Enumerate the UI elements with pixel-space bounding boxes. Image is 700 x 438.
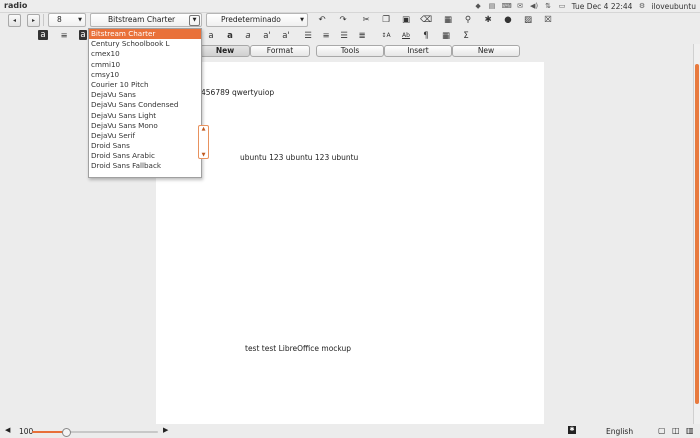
font-option[interactable]: DejaVu Sans Light: [89, 111, 201, 121]
sort-icon[interactable]: ↕A: [380, 30, 392, 42]
mail-icon[interactable]: ✉: [516, 2, 525, 10]
font-option[interactable]: Droid Sans: [89, 141, 201, 151]
arrow-left-icon: ◂: [12, 17, 16, 24]
zoom-in-icon[interactable]: ▶: [163, 426, 168, 434]
chevron-down-icon[interactable]: ▼: [189, 15, 200, 26]
battery-icon[interactable]: ▭: [558, 2, 567, 10]
clock[interactable]: Tue Dec 4 22:44: [572, 2, 633, 11]
document-page[interactable]: 456789 qwertyuiop ubuntu 123 ubuntu 123 …: [156, 62, 544, 426]
tab-new[interactable]: New: [200, 45, 250, 57]
paste-icon[interactable]: ▣: [400, 14, 412, 26]
app-title: radio: [4, 1, 28, 10]
keyboard-icon[interactable]: ⌨: [502, 2, 512, 10]
font-option[interactable]: cmex10: [89, 49, 201, 59]
close-document-icon[interactable]: ☒: [542, 14, 554, 26]
find-icon[interactable]: ⚲: [462, 14, 474, 26]
scrollbar-thumb[interactable]: [695, 64, 699, 404]
gallery-icon[interactable]: ▨: [522, 14, 534, 26]
align-center-icon[interactable]: ≡: [320, 30, 332, 42]
language-indicator[interactable]: English: [606, 427, 633, 436]
font-option[interactable]: Courier 10 Pitch: [89, 80, 201, 90]
zoom-slider[interactable]: [32, 428, 158, 437]
font-option[interactable]: Droid Sans Arabic: [89, 151, 201, 161]
chevron-up-icon[interactable]: ▲: [199, 126, 208, 132]
zoom-slider-fill: [32, 431, 67, 433]
font-option[interactable]: DejaVu Sans: [89, 90, 201, 100]
asterisk-icon[interactable]: ✱: [482, 14, 494, 26]
single-page-view-icon[interactable]: ▢: [658, 426, 666, 435]
font-option[interactable]: Droid Sans Fallback: [89, 161, 201, 171]
status-bar: ◀ 100 ▶ ✱ English ▢ ◫ ▥: [0, 424, 700, 438]
spellcheck-status-icon[interactable]: ✱: [568, 426, 576, 434]
font-option[interactable]: Century Schoolbook L: [89, 39, 201, 49]
style-name-value: Predeterminado: [221, 15, 281, 24]
font-option[interactable]: DejaVu Sans Condensed: [89, 100, 201, 110]
italic-button[interactable]: a: [242, 30, 254, 42]
back-button[interactable]: ◂: [8, 14, 21, 27]
pilcrow-icon[interactable]: ¶: [420, 30, 432, 42]
align-left-icon[interactable]: ☰: [302, 30, 314, 42]
arrow-right-icon: ▸: [31, 17, 35, 24]
chevron-down-icon: ▼: [78, 17, 82, 23]
font-dropdown-list[interactable]: Bitstream Charter Century Schoolbook L c…: [88, 28, 202, 178]
clear-formatting-icon[interactable]: ⌫: [420, 14, 432, 26]
cut-icon[interactable]: ✂: [360, 14, 372, 26]
zoom-out-icon[interactable]: ◀: [5, 426, 10, 434]
subscript-button[interactable]: a': [280, 30, 292, 42]
document-line: test test LibreOffice mockup: [245, 344, 352, 353]
font-name-value: Bitstream Charter: [108, 15, 176, 24]
spellcheck-icon[interactable]: ▦: [442, 14, 454, 26]
tab-new-2[interactable]: New: [452, 45, 520, 57]
redo-icon[interactable]: ↷: [337, 14, 349, 26]
zoom-slider-handle[interactable]: [62, 428, 72, 437]
bold-button[interactable]: a: [224, 30, 236, 42]
main-toolbar: ◂ ▸ 8 ▼ Bitstream Charter ▼ Predetermina…: [0, 12, 700, 28]
chevron-down-icon: ▼: [300, 17, 304, 23]
user-name[interactable]: iloveubuntu: [651, 2, 696, 11]
font-option[interactable]: DejaVu Serif: [89, 131, 201, 141]
settings-gear-icon[interactable]: ⚙: [637, 2, 646, 10]
styles-icon[interactable]: a: [79, 30, 87, 40]
align-right-icon[interactable]: ☰: [338, 30, 350, 42]
font-option[interactable]: Bitstream Charter: [89, 29, 201, 40]
vertical-scrollbar[interactable]: [693, 44, 700, 424]
font-size-select[interactable]: 8 ▼: [48, 13, 86, 27]
volume-icon[interactable]: ◀): [530, 2, 539, 10]
font-option[interactable]: DejaVu Sans Mono: [89, 121, 201, 131]
document-line: 456789 qwertyuiop: [201, 88, 275, 97]
normal-text-button[interactable]: a: [205, 30, 217, 42]
undo-icon[interactable]: ↶: [316, 14, 328, 26]
toolbar-separator: [43, 14, 44, 26]
tab-format[interactable]: Format: [250, 45, 310, 57]
multi-page-view-icon[interactable]: ◫: [672, 426, 680, 435]
table-icon[interactable]: ▦: [440, 30, 452, 42]
clipboard-icon[interactable]: ▤: [488, 2, 497, 10]
network-icon[interactable]: ⇅: [544, 2, 553, 10]
align-justify-icon[interactable]: ≣: [356, 30, 368, 42]
book-view-icon[interactable]: ▥: [686, 426, 694, 435]
copy-icon[interactable]: ❐: [380, 14, 392, 26]
dropbox-icon[interactable]: ◆: [474, 2, 483, 10]
chevron-down-icon[interactable]: ▼: [199, 152, 208, 158]
sum-icon[interactable]: Σ: [460, 30, 472, 42]
document-line: ubuntu 123 ubuntu 123 ubuntu: [240, 153, 359, 162]
forward-button[interactable]: ▸: [27, 14, 40, 27]
font-option[interactable]: cmmi10: [89, 60, 201, 70]
list-icon[interactable]: ≡: [58, 30, 70, 42]
superscript-button[interactable]: a': [261, 30, 273, 42]
tab-insert[interactable]: Insert: [384, 45, 452, 57]
font-size-value: 8: [57, 15, 62, 24]
tab-tools[interactable]: Tools: [316, 45, 384, 57]
font-option[interactable]: cmsy10: [89, 70, 201, 80]
font-name-select[interactable]: Bitstream Charter ▼: [90, 13, 202, 27]
paragraph-style-select[interactable]: Predeterminado ▼: [206, 13, 308, 27]
font-style-icon[interactable]: a: [38, 30, 48, 40]
dropdown-scrollbar[interactable]: ▲ ▼: [198, 125, 209, 159]
comment-icon[interactable]: ●: [502, 14, 514, 26]
character-icon[interactable]: Ab: [400, 30, 412, 42]
system-tray: ◆ ▤ ⌨ ✉ ◀) ⇅ ▭ Tue Dec 4 22:44 ⚙ iloveub…: [474, 0, 696, 12]
